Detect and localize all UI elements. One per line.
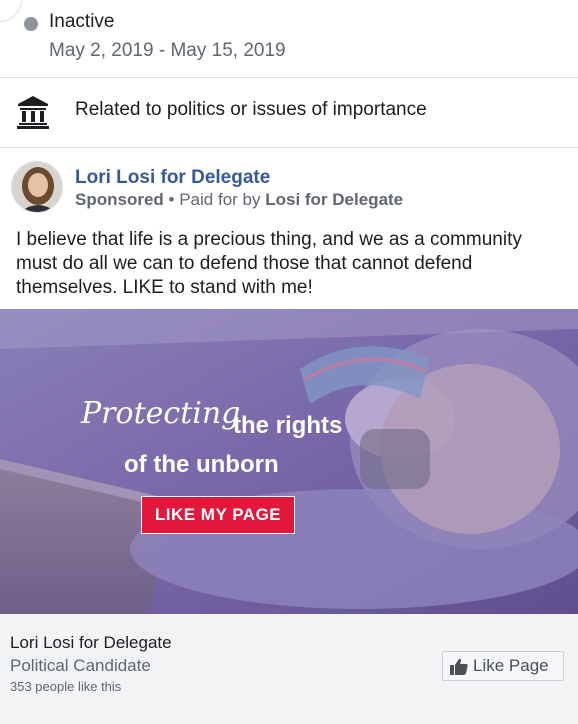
headline-script-word: Protecting (81, 396, 241, 431)
status-label: Inactive (49, 11, 115, 32)
divider (0, 77, 578, 78)
footer-like-count: 353 people like this (10, 679, 122, 694)
footer-page-category: Political Candidate (10, 656, 151, 675)
page-name-link[interactable]: Lori Losi for Delegate (75, 167, 270, 189)
ad-image[interactable] (0, 309, 578, 614)
footer-page-name[interactable]: Lori Losi for Delegate (10, 633, 172, 653)
headline-rest: the rights (233, 412, 343, 439)
sponsored-line: Sponsored • Paid for by Losi for Delegat… (75, 190, 403, 210)
bank-icon (17, 96, 49, 129)
ad-date-range: May 2, 2019 - May 15, 2019 (49, 40, 286, 61)
paid-for-by-link[interactable]: Losi for Delegate (265, 190, 403, 209)
headline-line-two: of the unborn (124, 451, 279, 478)
thumbs-up-icon (450, 658, 468, 675)
inactive-status-dot (24, 17, 38, 31)
paid-for-prefix: Paid for by (179, 190, 261, 209)
ad-body-text: I believe that life is a precious thing,… (16, 229, 522, 298)
politics-category-label: Related to politics or issues of importa… (75, 99, 427, 120)
sponsored-label: Sponsored (75, 190, 164, 209)
baby-photo-background (0, 309, 578, 614)
page-avatar[interactable] (11, 161, 63, 213)
like-my-page-button[interactable]: LIKE MY PAGE (141, 496, 295, 534)
ad-status-section: Inactive May 2, 2019 - May 15, 2019 (0, 0, 578, 78)
like-page-label: Like Page (473, 656, 549, 675)
like-page-button[interactable]: Like Page (442, 651, 564, 681)
divider (0, 147, 578, 148)
separator-dot: • (168, 190, 175, 209)
